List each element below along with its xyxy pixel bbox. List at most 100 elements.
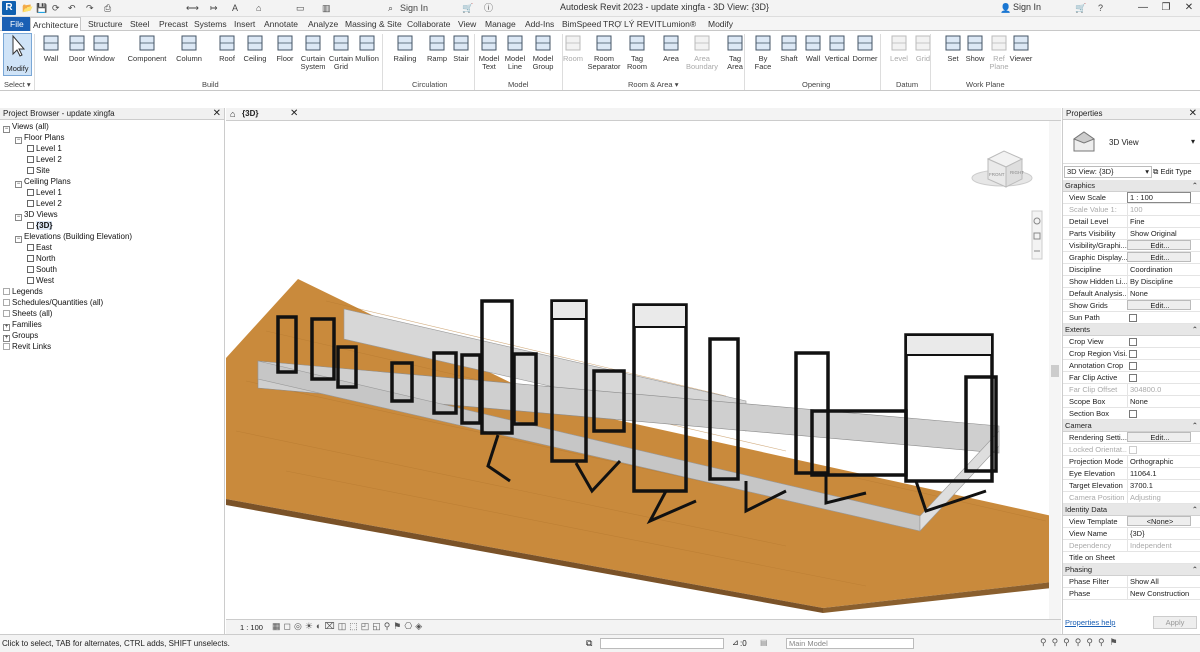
property-value[interactable]: Show Original: [1127, 228, 1191, 240]
door-button[interactable]: Door: [64, 33, 90, 63]
property-row[interactable]: Projection Mode Orthographic: [1063, 456, 1200, 468]
mullion-button[interactable]: Mullion: [354, 33, 380, 63]
ribbon-group-work-plane[interactable]: Work Plane: [966, 80, 1005, 89]
view-scale[interactable]: 1 : 100: [240, 623, 263, 632]
browser-item[interactable]: Level 1: [27, 143, 62, 154]
browser-item[interactable]: Revit Links: [3, 341, 51, 352]
browser-item[interactable]: West: [27, 275, 54, 286]
tab-steel[interactable]: Steel: [128, 17, 151, 31]
column-button[interactable]: Column: [176, 33, 202, 63]
property-row[interactable]: View Template <None>: [1063, 516, 1200, 528]
tab-precast[interactable]: Precast: [157, 17, 190, 31]
property-button[interactable]: <None>: [1127, 516, 1191, 526]
property-row[interactable]: Annotation Crop: [1063, 360, 1200, 372]
tab-architecture[interactable]: Architecture: [30, 17, 82, 32]
model-group-button[interactable]: Model Group: [530, 33, 556, 71]
ribbon-group-datum[interactable]: Datum: [896, 80, 918, 89]
type-dropdown-icon[interactable]: ▾: [1191, 137, 1195, 146]
save-icon[interactable]: 💾: [36, 2, 47, 15]
vertical-button[interactable]: Vertical: [824, 33, 850, 63]
navigation-bar[interactable]: [1031, 210, 1043, 260]
tab-analyze[interactable]: Analyze: [306, 17, 340, 31]
wall-button[interactable]: Wall: [38, 33, 64, 63]
property-checkbox[interactable]: [1129, 350, 1137, 358]
browser-item[interactable]: Level 2: [27, 154, 62, 165]
property-row[interactable]: View Scale 1 : 100: [1063, 192, 1200, 204]
property-row[interactable]: Eye Elevation 11064.1: [1063, 468, 1200, 480]
ribbon-group-opening[interactable]: Opening: [802, 80, 830, 89]
ribbon-group-model[interactable]: Model: [508, 80, 528, 89]
properties-close-icon[interactable]: ✕: [1189, 108, 1197, 120]
property-row[interactable]: View Name {3D}: [1063, 528, 1200, 540]
property-value[interactable]: New Construction: [1127, 588, 1191, 600]
property-value[interactable]: None: [1127, 396, 1191, 408]
instance-selector[interactable]: 3D View: {3D} ▾: [1064, 166, 1152, 178]
apply-button[interactable]: Apply: [1153, 616, 1197, 629]
minimize-button[interactable]: —: [1135, 1, 1151, 15]
signin-right[interactable]: Sign In: [1013, 2, 1041, 12]
property-value[interactable]: By Discipline: [1127, 276, 1191, 288]
properties-section-extents[interactable]: Extents ⌃: [1063, 324, 1200, 336]
shaft-button[interactable]: Shaft: [776, 33, 802, 63]
property-row[interactable]: Crop Region Visi...: [1063, 348, 1200, 360]
workset-dropdown[interactable]: [600, 638, 724, 649]
dormer-button[interactable]: Dormer: [852, 33, 878, 63]
property-row[interactable]: Default Analysis... None: [1063, 288, 1200, 300]
sync-icon[interactable]: ⟳: [52, 2, 60, 15]
open-icon[interactable]: 📂: [22, 2, 33, 15]
collapse-icon[interactable]: −: [15, 137, 22, 144]
property-row[interactable]: Scope Box None: [1063, 396, 1200, 408]
collapse-icon[interactable]: −: [3, 126, 10, 133]
property-row[interactable]: Title on Sheet: [1063, 552, 1200, 564]
undo-icon[interactable]: ↶: [68, 2, 76, 15]
collapse-section-icon[interactable]: ⌃: [1192, 324, 1198, 336]
cart-right-icon[interactable]: 🛒: [1075, 2, 1086, 15]
property-row[interactable]: Section Box: [1063, 408, 1200, 420]
tag-room-button[interactable]: Tag Room: [624, 33, 650, 71]
model-text-button[interactable]: Model Text: [476, 33, 502, 71]
property-row[interactable]: Far Clip Active: [1063, 372, 1200, 384]
tab-annotate[interactable]: Annotate: [262, 17, 300, 31]
vertical-scroll-thumb[interactable]: [1051, 365, 1059, 377]
property-button[interactable]: Edit...: [1127, 432, 1191, 442]
property-row[interactable]: Scale Value 1: 100: [1063, 204, 1200, 216]
property-row[interactable]: Show Grids Edit...: [1063, 300, 1200, 312]
property-value[interactable]: Fine: [1127, 216, 1191, 228]
area-boundary-button[interactable]: Area Boundary: [684, 33, 720, 71]
viewcube[interactable]: FRONT RIGHT: [971, 150, 1033, 188]
measure-icon[interactable]: ⟷: [186, 2, 199, 15]
property-button[interactable]: Edit...: [1127, 300, 1191, 310]
user-icon[interactable]: 👤: [1000, 2, 1011, 15]
help-right-icon[interactable]: ?: [1098, 2, 1103, 15]
by-face-button[interactable]: By Face: [750, 33, 776, 71]
properties-section-identity-data[interactable]: Identity Data ⌃: [1063, 504, 1200, 516]
property-value[interactable]: Orthographic: [1127, 456, 1191, 468]
collapse-section-icon[interactable]: ⌃: [1192, 504, 1198, 516]
property-row[interactable]: Rendering Setti... Edit...: [1063, 432, 1200, 444]
model-line-button[interactable]: Model Line: [502, 33, 528, 71]
property-row[interactable]: Sun Path: [1063, 312, 1200, 324]
view-tab[interactable]: ⌂ {3D} ✕: [226, 108, 1061, 121]
property-value[interactable]: {3D}: [1127, 528, 1191, 540]
property-checkbox[interactable]: [1129, 362, 1137, 370]
ramp-button[interactable]: Ramp: [424, 33, 450, 63]
tab-insert[interactable]: Insert: [232, 17, 257, 31]
property-row[interactable]: Show Hidden Li... By Discipline: [1063, 276, 1200, 288]
signin-left[interactable]: Sign In: [400, 2, 428, 15]
property-checkbox[interactable]: [1129, 374, 1137, 382]
collapse-section-icon[interactable]: ⌃: [1192, 564, 1198, 576]
collapse-section-icon[interactable]: ⌃: [1192, 180, 1198, 192]
property-row[interactable]: Phase Filter Show All: [1063, 576, 1200, 588]
properties-help-link[interactable]: Properties help: [1065, 618, 1115, 627]
roof-button[interactable]: Roof: [214, 33, 240, 63]
tab-tr-l-revit[interactable]: TRỢ LÝ REVIT: [601, 17, 664, 31]
select-dropdown[interactable]: Select ▾: [4, 80, 31, 89]
curtain-grid-button[interactable]: Curtain Grid: [328, 33, 354, 71]
tab-modify[interactable]: Modify: [706, 17, 735, 31]
property-checkbox[interactable]: [1129, 314, 1137, 322]
ribbon-group-build[interactable]: Build: [202, 80, 219, 89]
collapse-icon[interactable]: −: [15, 236, 22, 243]
property-row[interactable]: Camera Position Adjusting: [1063, 492, 1200, 504]
room-button[interactable]: Room: [560, 33, 586, 63]
ribbon-group-circulation[interactable]: Circulation: [412, 80, 447, 89]
